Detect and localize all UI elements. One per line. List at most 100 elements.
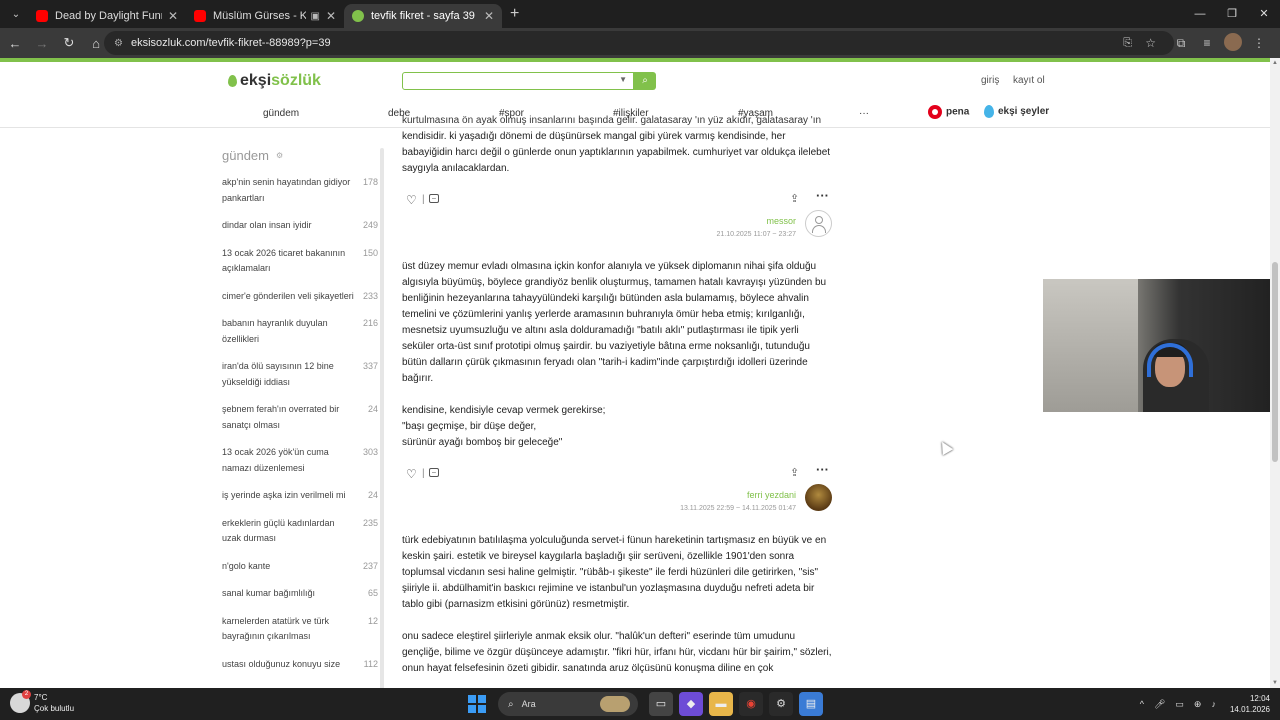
sidebar-topic[interactable]: cimer'e gönderilen veli şikayetleri 233 (222, 289, 378, 305)
weather-widget[interactable]: 7°C Çok bulutlu (10, 690, 74, 714)
author-avatar[interactable] (805, 210, 832, 237)
scroll-up-icon[interactable]: ▲ (1272, 60, 1278, 66)
display-icon[interactable]: ▭ (1175, 699, 1184, 710)
reload-icon[interactable]: ↻ (57, 35, 81, 51)
entry-text-partial: kurtulmasına ön ayak olmuş insanlarını b… (402, 115, 822, 126)
media-control-icon[interactable]: ≡ (1194, 36, 1220, 50)
downvote-icon[interactable]: – (429, 194, 439, 203)
entry-text: onu sadece eleştirel şiirleriyle anmak e… (402, 631, 832, 674)
search-button[interactable]: ⌕ (634, 72, 656, 90)
tab-search-chevron-icon[interactable]: ⌄ (4, 4, 28, 24)
sidebar-topic[interactable]: n'golo kante 237 (222, 559, 378, 575)
file-explorer-icon[interactable]: ▬ (709, 692, 733, 716)
sidebar-topic[interactable]: akp'nin senin hayatından gidiyor pankart… (222, 175, 378, 206)
settings-icon[interactable]: ⚙ (769, 692, 793, 716)
share-icon[interactable]: ⇪ (790, 191, 799, 207)
sidebar-topic[interactable]: dindar olan insan iyidir 249 (222, 218, 378, 234)
weather-text: 7°C Çok bulutlu (34, 692, 74, 714)
login-link[interactable]: giriş (981, 75, 999, 86)
entry-date[interactable]: 13.11.2025 22:59 ~ 14.11.2025 01:47 (680, 501, 796, 517)
browser-menu-icon[interactable]: ⋮ (1246, 36, 1272, 50)
sidebar-topic-count: 65 (367, 588, 378, 598)
nav-gundem[interactable]: gündem (263, 108, 299, 119)
new-tab-icon[interactable]: + (510, 5, 519, 23)
extensions-icon[interactable]: ⧉ (1168, 36, 1194, 51)
minimize-icon[interactable]: — (1184, 0, 1216, 28)
search-input[interactable]: ▼ (402, 72, 634, 90)
sidebar-topic[interactable]: babanın hayranlık duyulan özellikleri 216 (222, 316, 378, 347)
back-icon[interactable]: ← (3, 36, 27, 51)
sidebar-topic[interactable]: iran'da ölü sayısının 12 bine yükseldiği… (222, 359, 378, 390)
sidebar-topic-label: n'golo kante (222, 560, 271, 571)
nav-pena[interactable]: pena (928, 105, 969, 119)
more-options-icon[interactable]: ··· (816, 462, 829, 478)
sidebar-topic[interactable]: sanal kumar bağımlılığı 65 (222, 586, 378, 602)
install-app-icon[interactable]: ⎘ (1123, 37, 1132, 50)
clock[interactable]: 12:04 14.01.2026 (1230, 693, 1270, 715)
tab-close-icon[interactable]: ✕ (168, 9, 178, 23)
tab-tevfik-fikret[interactable]: tevfik fikret - sayfa 39 - ekşi sözl ✕ (344, 4, 502, 28)
copilot-icon[interactable]: ◆ (679, 692, 703, 716)
media-playing-icon[interactable]: ▣ (310, 11, 319, 22)
taskbar-center: ⌕ Ara ▭ ◆ ▬ ◉ ⚙ ▤ (468, 692, 826, 716)
tab-close-icon[interactable]: ✕ (484, 9, 494, 23)
tab-muslum-gurses[interactable]: Müslüm Gürses - Kül Yanar ▣ ✕ (186, 4, 344, 28)
sidebar-topic-label: 13 ocak 2026 yök'ün cuma namazı düzenlem… (222, 447, 329, 473)
tab-dead-by-daylight[interactable]: Dead by Daylight Funny Rando ✕ (28, 4, 186, 28)
favorite-heart-icon[interactable]: ♡ (406, 466, 417, 482)
network-icon[interactable]: ⊕ (1194, 699, 1202, 710)
address-bar[interactable]: ⚙ eksisozluk.com/tevfik-fikret--88989?p=… (104, 31, 1174, 55)
nav-more[interactable]: ··· (859, 108, 869, 119)
entry: üst düzey memur evladı olmasına içkin ko… (402, 259, 832, 523)
sidebar-topic-label: iş yerinde aşka izin verilmeli mi (222, 490, 346, 500)
sidebar-topic-count: 237 (362, 560, 378, 571)
entry-text: "başı geçmişe, bir düşe değer, (402, 421, 537, 432)
register-link[interactable]: kayıt ol (1013, 75, 1045, 86)
more-options-icon[interactable]: ··· (816, 188, 829, 204)
task-view-icon[interactable]: ▭ (649, 692, 673, 716)
scroll-down-icon[interactable]: ▼ (1272, 680, 1278, 686)
microphone-icon[interactable]: 🎤︎ (1154, 699, 1165, 710)
sidebar-topic[interactable]: 13 ocak 2026 yök'ün cuma namazı düzenlem… (222, 445, 378, 476)
entry-date[interactable]: 21.10.2025 11:07 ~ 23:27 (717, 227, 796, 243)
sidebar-topic-label: babanın hayranlık duyulan özellikleri (222, 318, 328, 344)
sidebar-topic-count: 112 (363, 658, 378, 669)
sidebar-topic[interactable]: şebnem ferah'ın overrated bir sanatçı ol… (222, 402, 378, 433)
favorite-heart-icon[interactable]: ♡ (406, 192, 417, 208)
site-info-icon[interactable]: ⚙ (114, 38, 123, 49)
share-icon[interactable]: ⇪ (790, 465, 799, 481)
page-scrollbar[interactable]: ▲ ▼ (1270, 58, 1280, 688)
author-avatar[interactable] (805, 484, 832, 511)
volume-icon[interactable]: ♪ (1211, 699, 1216, 709)
tray-chevron-icon[interactable]: ^ (1140, 699, 1144, 709)
sidebar-scrollbar[interactable] (380, 148, 384, 688)
sidebar-topic[interactable]: karnelerden atatürk ve türk bayrağının ç… (222, 614, 378, 645)
nav-eksi-seyler[interactable]: ekşi şeyler (984, 105, 1049, 118)
sidebar-title-text: gündem (222, 148, 269, 163)
start-button[interactable] (468, 695, 486, 713)
url-text: eksisozluk.com/tevfik-fikret--88989?p=39 (130, 37, 331, 49)
tab-close-icon[interactable]: ✕ (326, 9, 336, 23)
gear-icon[interactable]: ⚙ (276, 151, 283, 160)
scroll-thumb[interactable] (1272, 262, 1278, 462)
sidebar-topic[interactable]: ustası olduğunuz konuyu size 112 (222, 657, 378, 673)
entry-text: kendisine, kendisiyle cevap vermek gerek… (402, 405, 606, 416)
notepad-icon[interactable]: ▤ (799, 692, 823, 716)
sidebar-topic[interactable]: erkeklerin güçlü kadınlardan uzak durmas… (222, 516, 378, 547)
downvote-icon[interactable]: – (429, 468, 439, 477)
search-icon: ⌕ (642, 75, 648, 86)
sidebar-topic[interactable]: iş yerinde aşka izin verilmeli mi 24 (222, 488, 378, 504)
profile-avatar[interactable] (1220, 32, 1246, 54)
youtube-favicon-icon (194, 10, 206, 22)
taskbar-search[interactable]: ⌕ Ara (498, 692, 638, 716)
forward-icon[interactable]: → (30, 36, 54, 51)
restore-icon[interactable]: ❐ (1216, 0, 1248, 28)
bookmark-star-icon[interactable]: ☆ (1145, 36, 1156, 50)
site-logo[interactable]: ekşi sözlük (228, 72, 321, 90)
sidebar-topic[interactable]: 13 ocak 2026 ticaret bakanının açıklamal… (222, 246, 378, 277)
chrome-icon[interactable]: ◉ (739, 692, 763, 716)
search-dropdown-icon[interactable]: ▼ (619, 75, 627, 84)
close-window-icon[interactable]: ✕ (1248, 0, 1280, 28)
sidebar-topic-label: iran'da ölü sayısının 12 bine yükseldiği… (222, 361, 334, 387)
sidebar-topic-label: erkeklerin güçlü kadınlardan uzak durmas… (222, 517, 335, 544)
